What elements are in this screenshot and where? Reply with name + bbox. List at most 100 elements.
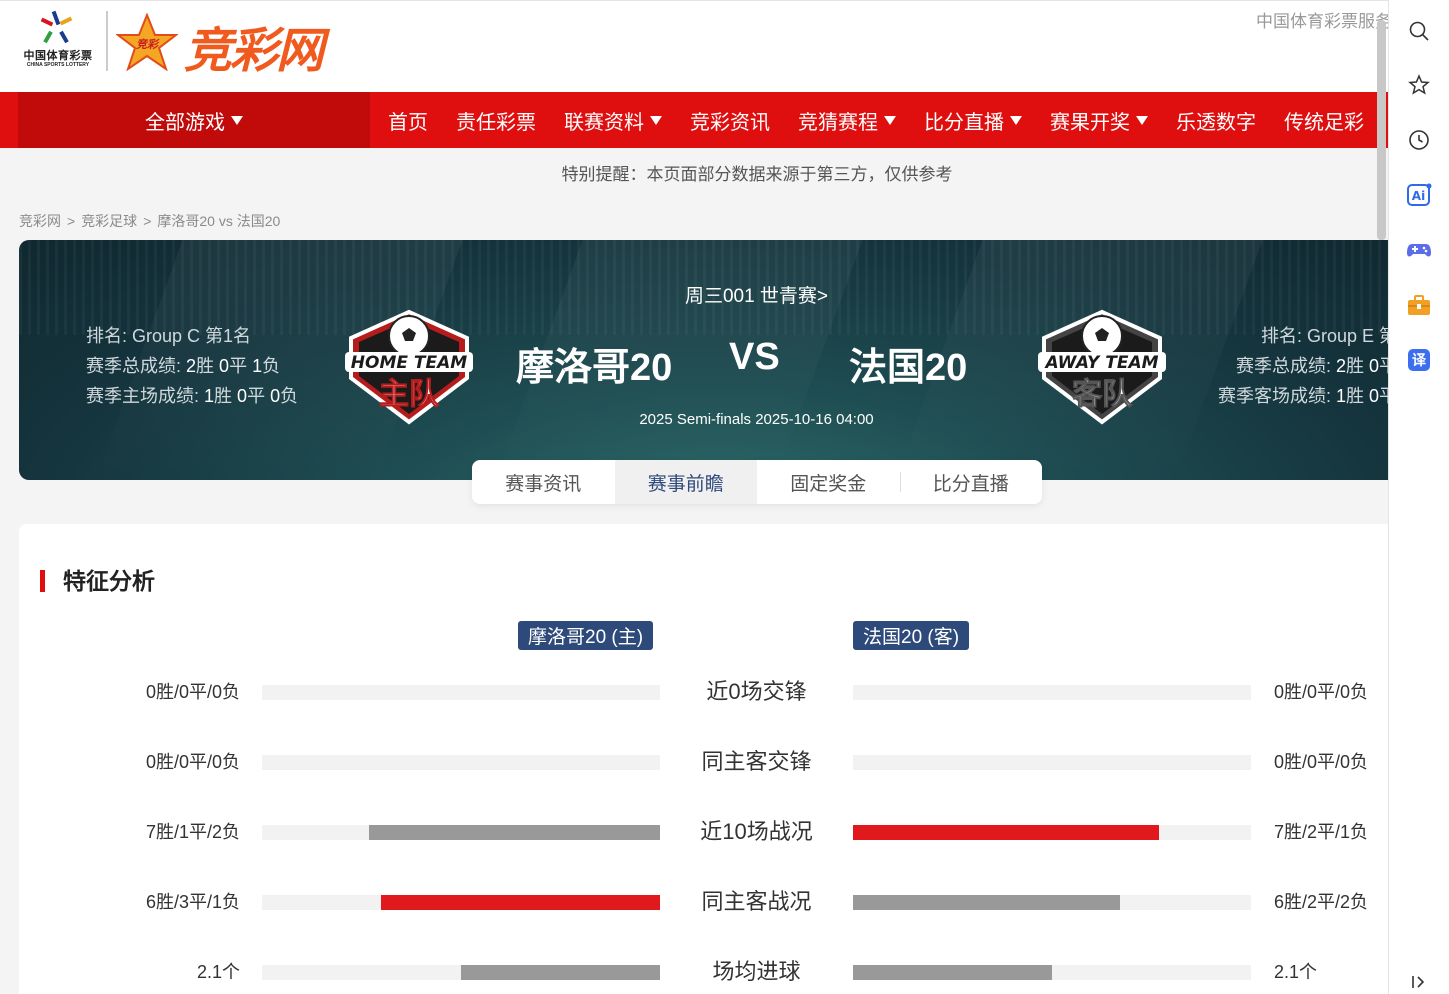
tab-4[interactable]: 比分直播 <box>899 460 1043 504</box>
nav-all-games[interactable]: 全部游戏 <box>18 92 370 148</box>
away-stat-bar <box>853 825 1251 840</box>
toolbox-icon[interactable] <box>1406 292 1432 318</box>
unit-win: 胜 <box>1346 386 1365 406</box>
nav-item[interactable]: 竞猜赛程 <box>784 92 910 148</box>
nav-item-label: 传统足彩 <box>1284 111 1364 134</box>
stat-row: 0胜/0平/0负 同主客交锋 0胜/0平/0负 <box>0 747 1388 777</box>
breadcrumb-separator: > <box>143 213 152 229</box>
nav-item[interactable]: 乐透数字 <box>1162 92 1270 148</box>
league-link[interactable]: 周三001 世青赛> <box>19 281 1388 308</box>
stat-label: 场均进球 <box>712 959 801 984</box>
translate-icon-text: 译 <box>1412 353 1427 369</box>
history-icon[interactable] <box>1406 127 1432 153</box>
home-stat-bar <box>262 825 660 840</box>
caret-down-icon <box>1136 115 1148 125</box>
caret-down-icon <box>884 115 896 125</box>
caret-down-icon <box>231 115 243 125</box>
home-team-tag: 摩洛哥20 (主) <box>518 621 654 650</box>
away-season-wins: 2 <box>1336 356 1347 376</box>
nav-item-label: 赛果开奖 <box>1050 111 1130 134</box>
away-badge-bottom-text: 客队 <box>1072 377 1133 412</box>
home-season-wins: 2 <box>186 356 197 376</box>
nav-item[interactable]: 竞彩资讯 <box>676 92 784 148</box>
away-stat-bar <box>853 685 1251 700</box>
away-rank-value: Group E 第 <box>1307 326 1388 346</box>
away-stat-value: 0胜/0平/0负 <box>1274 682 1369 702</box>
home-season-draws: 0 <box>219 356 230 376</box>
china-sports-lottery-logo[interactable]: 中国体育彩票 CHINA SPORTS LOTTERY <box>18 9 98 71</box>
stat-row: 0胜/0平/0负 近0场交锋 0胜/0平/0负 <box>0 677 1388 707</box>
unit-win: 胜 <box>196 356 215 376</box>
away-stat-bar <box>853 895 1251 910</box>
away-stat-value: 2.1个 <box>1274 962 1318 982</box>
site-logo[interactable]: 竞彩 竞彩网 <box>116 9 356 78</box>
unit-draw: 平 <box>247 386 266 406</box>
unit-loss: 负 <box>280 386 299 406</box>
stat-row: 7胜/1平/2负 近10场战况 7胜/2平/1负 <box>0 817 1388 847</box>
unit-draw: 平 <box>1379 356 1388 376</box>
tab-1[interactable]: 赛事资讯 <box>472 460 615 504</box>
home-badge-top-text: HOME TEAM <box>351 353 467 373</box>
away-stat-value: 7胜/2平/1负 <box>1274 822 1369 842</box>
collapse-icon[interactable] <box>1406 972 1432 992</box>
ai-icon[interactable]: Ai <box>1406 182 1432 208</box>
home-team-badge-icon: HOME TEAM 主队 <box>345 309 473 425</box>
away-stat-bar-fill <box>853 895 1120 910</box>
game-icon[interactable] <box>1406 237 1432 263</box>
search-icon[interactable] <box>1406 18 1432 44</box>
nav-item-label: 竞彩资讯 <box>690 111 770 134</box>
star-icon[interactable] <box>1406 72 1432 98</box>
top-service-link[interactable]: 中国体育彩票服务 <box>1256 7 1388 32</box>
nav-item[interactable]: 赛果开奖 <box>1036 92 1162 148</box>
page-scrollbar[interactable] <box>1377 20 1386 240</box>
away-team-name[interactable]: 法国20 <box>849 336 967 391</box>
breadcrumb-home[interactable]: 竞彩网 <box>19 213 61 229</box>
nav-item-label: 责任彩票 <box>456 111 536 134</box>
home-stat-bar <box>262 895 660 910</box>
home-stat-value: 2.1个 <box>196 962 240 982</box>
home-season-label: 赛季总成绩: <box>86 356 187 376</box>
lottery-logo-cn: 中国体育彩票 <box>23 50 93 62</box>
home-team-stats: 排名: Group C 第1名 赛季总成绩: 2胜 0平 1负 赛季主场成绩: … <box>86 321 298 411</box>
main-nav: 全部游戏 首页 责任彩票 联赛资料 竞彩资讯 竞猜赛程 比分直播 赛果开奖 乐透数字 传统足彩 <box>0 92 1388 148</box>
nav-item[interactable]: 责任彩票 <box>442 92 550 148</box>
nav-item[interactable]: 传统足彩 <box>1270 92 1378 148</box>
unit-draw: 平 <box>229 356 248 376</box>
stat-label: 近0场交锋 <box>706 679 807 704</box>
breadcrumb-football[interactable]: 竞彩足球 <box>81 213 137 229</box>
logo-divider <box>106 11 108 71</box>
lottery-emblem-icon <box>40 10 73 44</box>
away-team-tag: 法国20 (客) <box>853 621 970 650</box>
away-venue-draws: 0 <box>1369 386 1380 406</box>
nav-all-games-label: 全部游戏 <box>145 111 225 134</box>
home-season-record: 赛季总成绩: 2胜 0平 1负 <box>86 351 298 381</box>
home-rank-label: 排名: <box>86 326 133 346</box>
vs-label: VS <box>729 336 780 378</box>
home-stat-value: 7胜/1平/2负 <box>145 822 240 842</box>
nav-item[interactable]: 联赛资料 <box>550 92 676 148</box>
away-venue-record: 赛季客场成绩: 1胜 0平 <box>1218 381 1388 411</box>
home-stat-bar-fill <box>381 895 660 910</box>
away-season-draws: 0 <box>1369 356 1380 376</box>
ai-icon-text: Ai <box>1412 189 1425 203</box>
tab-2[interactable]: 赛事前瞻 <box>614 460 757 504</box>
tab-3[interactable]: 固定奖金 <box>757 460 900 504</box>
home-team-name[interactable]: 摩洛哥20 <box>516 336 672 391</box>
translate-icon[interactable]: 译 <box>1406 347 1432 373</box>
home-venue-draws: 0 <box>237 386 248 406</box>
nav-item[interactable]: 首页 <box>374 92 442 148</box>
star-logo-icon: 竞彩 <box>116 13 178 71</box>
stat-label: 同主客战况 <box>701 889 812 914</box>
away-stat-bar-fill <box>853 965 1052 980</box>
home-season-losses: 1 <box>252 356 263 376</box>
home-rank: 排名: Group C 第1名 <box>86 321 298 351</box>
notice-banner: 特别提醒：本页面部分数据来源于第三方，仅供参考 <box>561 165 953 184</box>
match-banner: 周三001 世青赛> 排名: Group C 第1名 赛季总成绩: 2胜 0平 … <box>19 240 1388 480</box>
home-stat-bar <box>262 965 660 980</box>
breadcrumb-current: 摩洛哥20 vs 法国20 <box>157 213 281 229</box>
away-badge-top-text: AWAY TEAM <box>1043 353 1158 373</box>
home-stat-value: 0胜/0平/0负 <box>145 752 240 772</box>
nav-items: 首页 责任彩票 联赛资料 竞彩资讯 竞猜赛程 比分直播 赛果开奖 乐透数字 传统足彩 <box>374 92 1378 148</box>
unit-draw: 平 <box>1379 386 1388 406</box>
nav-item[interactable]: 比分直播 <box>910 92 1036 148</box>
